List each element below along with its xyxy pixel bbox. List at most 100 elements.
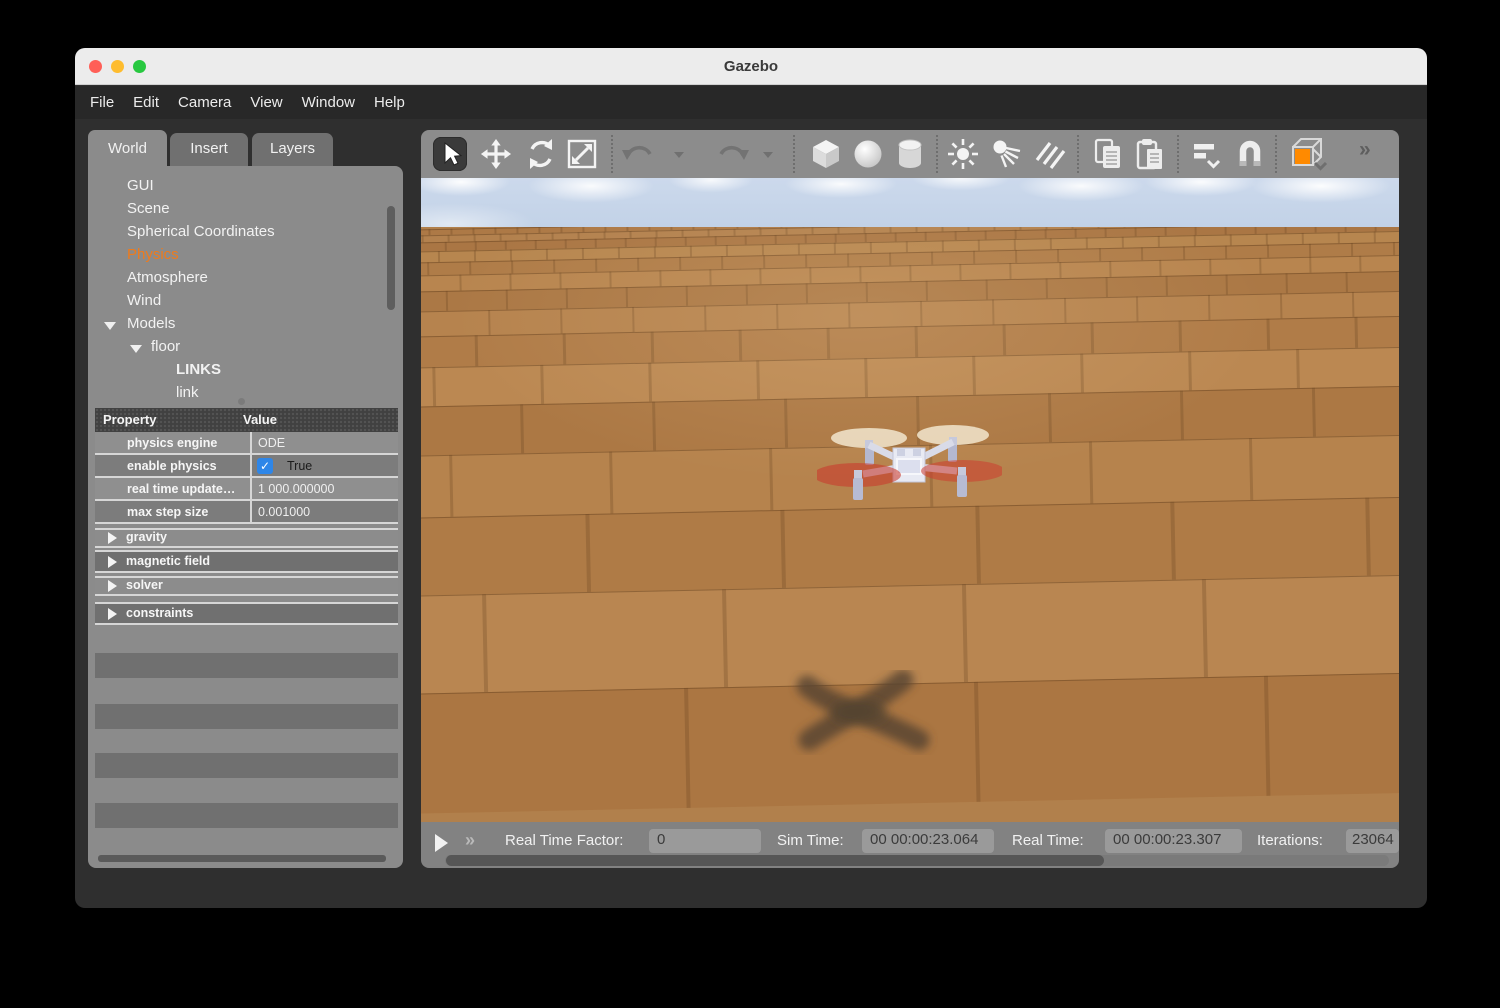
column-separator xyxy=(250,432,252,453)
align-icon xyxy=(1190,137,1224,171)
redo-arrow-icon xyxy=(716,141,750,167)
paste-button[interactable] xyxy=(1133,137,1167,171)
spot-light-button[interactable] xyxy=(990,137,1024,171)
header-property: Property xyxy=(103,412,156,427)
sim-time-field[interactable]: 00 00:00:23.064 xyxy=(862,829,994,853)
insert-sphere-button[interactable] xyxy=(851,137,885,171)
copy-icon xyxy=(1092,137,1124,171)
view-cube-icon xyxy=(1285,135,1331,173)
change-view-button[interactable] xyxy=(1285,137,1331,171)
enable-physics-checkbox[interactable]: ✓ xyxy=(257,458,273,474)
play-button[interactable] xyxy=(435,834,448,852)
menu-window[interactable]: Window xyxy=(302,94,355,111)
point-light-button[interactable] xyxy=(946,137,980,171)
panel-splitter-handle[interactable] xyxy=(238,398,245,405)
tree-item-physics[interactable]: Physics xyxy=(88,245,403,268)
front-right-leg xyxy=(957,475,967,497)
column-separator xyxy=(250,501,252,522)
scale-tool-button[interactable] xyxy=(565,137,599,171)
menu-view[interactable]: View xyxy=(250,94,282,111)
expander-right-icon[interactable] xyxy=(108,580,117,592)
expander-down-icon[interactable] xyxy=(104,322,116,330)
toolbar-overflow-icon[interactable]: » xyxy=(1359,138,1371,162)
real-time-field[interactable]: 00 00:00:23.307 xyxy=(1105,829,1242,853)
undo-button[interactable] xyxy=(621,137,655,171)
move-icon xyxy=(480,138,512,170)
scene-viewport[interactable] xyxy=(421,178,1399,822)
scale-icon xyxy=(566,138,598,170)
property-row-enable-physics[interactable]: enable physics ✓ True xyxy=(95,455,398,478)
toolbar-separator xyxy=(1177,135,1179,173)
insert-box-button[interactable] xyxy=(809,137,843,171)
tree-item-spherical-coordinates[interactable]: Spherical Coordinates xyxy=(88,222,403,245)
empty-row xyxy=(95,653,398,678)
property-row-real-time-update[interactable]: real time update… 1 000.000000 xyxy=(95,478,398,501)
section-magnetic-field[interactable]: magnetic field xyxy=(95,550,398,573)
status-expand-icon[interactable]: » xyxy=(465,830,475,851)
scrollbar-thumb[interactable] xyxy=(446,855,1104,866)
tab-layers[interactable]: Layers xyxy=(252,133,333,167)
check-icon: ✓ xyxy=(257,458,273,474)
tree-item-scene[interactable]: Scene xyxy=(88,199,403,222)
drone-model[interactable] xyxy=(817,418,1002,513)
property-table: Property Value physics engine ODE enable… xyxy=(95,408,398,524)
tree-item-gui[interactable]: GUI xyxy=(88,176,403,199)
real-time-factor-field[interactable]: 0 xyxy=(649,829,761,853)
spot-light-icon xyxy=(990,137,1024,171)
magnet-icon xyxy=(1233,137,1267,171)
undo-dropdown-icon[interactable] xyxy=(674,152,684,158)
iterations-field[interactable]: 23064 xyxy=(1346,829,1399,853)
render-toolbar: » xyxy=(421,130,1399,178)
section-constraints[interactable]: constraints xyxy=(95,602,398,625)
undo-arrow-icon xyxy=(621,141,655,167)
rotate-tool-button[interactable] xyxy=(524,137,558,171)
real-time-label: Real Time: xyxy=(1012,832,1084,849)
align-button[interactable] xyxy=(1190,137,1224,171)
header-value: Value xyxy=(243,412,277,427)
property-row-max-step-size[interactable]: max step size 0.001000 xyxy=(95,501,398,524)
tree-vertical-scrollbar[interactable] xyxy=(387,206,395,310)
snap-button[interactable] xyxy=(1233,137,1267,171)
menu-file[interactable]: File xyxy=(90,94,114,111)
redo-dropdown-icon[interactable] xyxy=(763,152,773,158)
sky xyxy=(421,178,1399,227)
expander-right-icon[interactable] xyxy=(108,532,117,544)
translate-tool-button[interactable] xyxy=(479,137,513,171)
tree-item-floor[interactable]: floor xyxy=(88,337,403,360)
redo-button[interactable] xyxy=(716,137,750,171)
paste-icon xyxy=(1134,137,1166,171)
menu-help[interactable]: Help xyxy=(374,94,405,111)
section-gravity[interactable]: gravity xyxy=(95,528,398,548)
tree-item-link[interactable]: link xyxy=(88,383,403,406)
tree-item-links[interactable]: LINKS xyxy=(88,360,403,383)
window-title: Gazebo xyxy=(75,48,1427,85)
expander-down-icon[interactable] xyxy=(130,345,142,353)
rotate-icon xyxy=(525,138,557,170)
insert-cylinder-button[interactable] xyxy=(893,137,927,171)
empty-row xyxy=(95,753,398,778)
viewport-horizontal-scrollbar[interactable] xyxy=(445,855,1389,866)
menu-camera[interactable]: Camera xyxy=(178,94,231,111)
tree-item-models[interactable]: Models xyxy=(88,314,403,337)
real-time-factor-label: Real Time Factor: xyxy=(505,832,623,849)
front-left-leg xyxy=(853,478,863,500)
cursor-arrow-icon xyxy=(436,140,464,168)
tab-world[interactable]: World xyxy=(88,130,167,167)
column-separator xyxy=(250,478,252,499)
panel-horizontal-scrollbar[interactable] xyxy=(98,855,386,862)
directional-light-button[interactable] xyxy=(1033,137,1067,171)
property-row-physics-engine[interactable]: physics engine ODE xyxy=(95,432,398,455)
section-solver[interactable]: solver xyxy=(95,576,398,596)
expander-right-icon[interactable] xyxy=(108,556,117,568)
tree-item-atmosphere[interactable]: Atmosphere xyxy=(88,268,403,291)
tab-insert[interactable]: Insert xyxy=(170,133,248,167)
menu-edit[interactable]: Edit xyxy=(133,94,159,111)
toolbar-separator xyxy=(1077,135,1079,173)
tree-item-wind[interactable]: Wind xyxy=(88,291,403,314)
expander-right-icon[interactable] xyxy=(108,608,117,620)
title-bar: Gazebo xyxy=(75,48,1427,85)
copy-button[interactable] xyxy=(1091,137,1125,171)
select-tool-button[interactable] xyxy=(433,137,467,171)
empty-row xyxy=(95,803,398,828)
property-table-header: Property Value xyxy=(95,408,398,432)
